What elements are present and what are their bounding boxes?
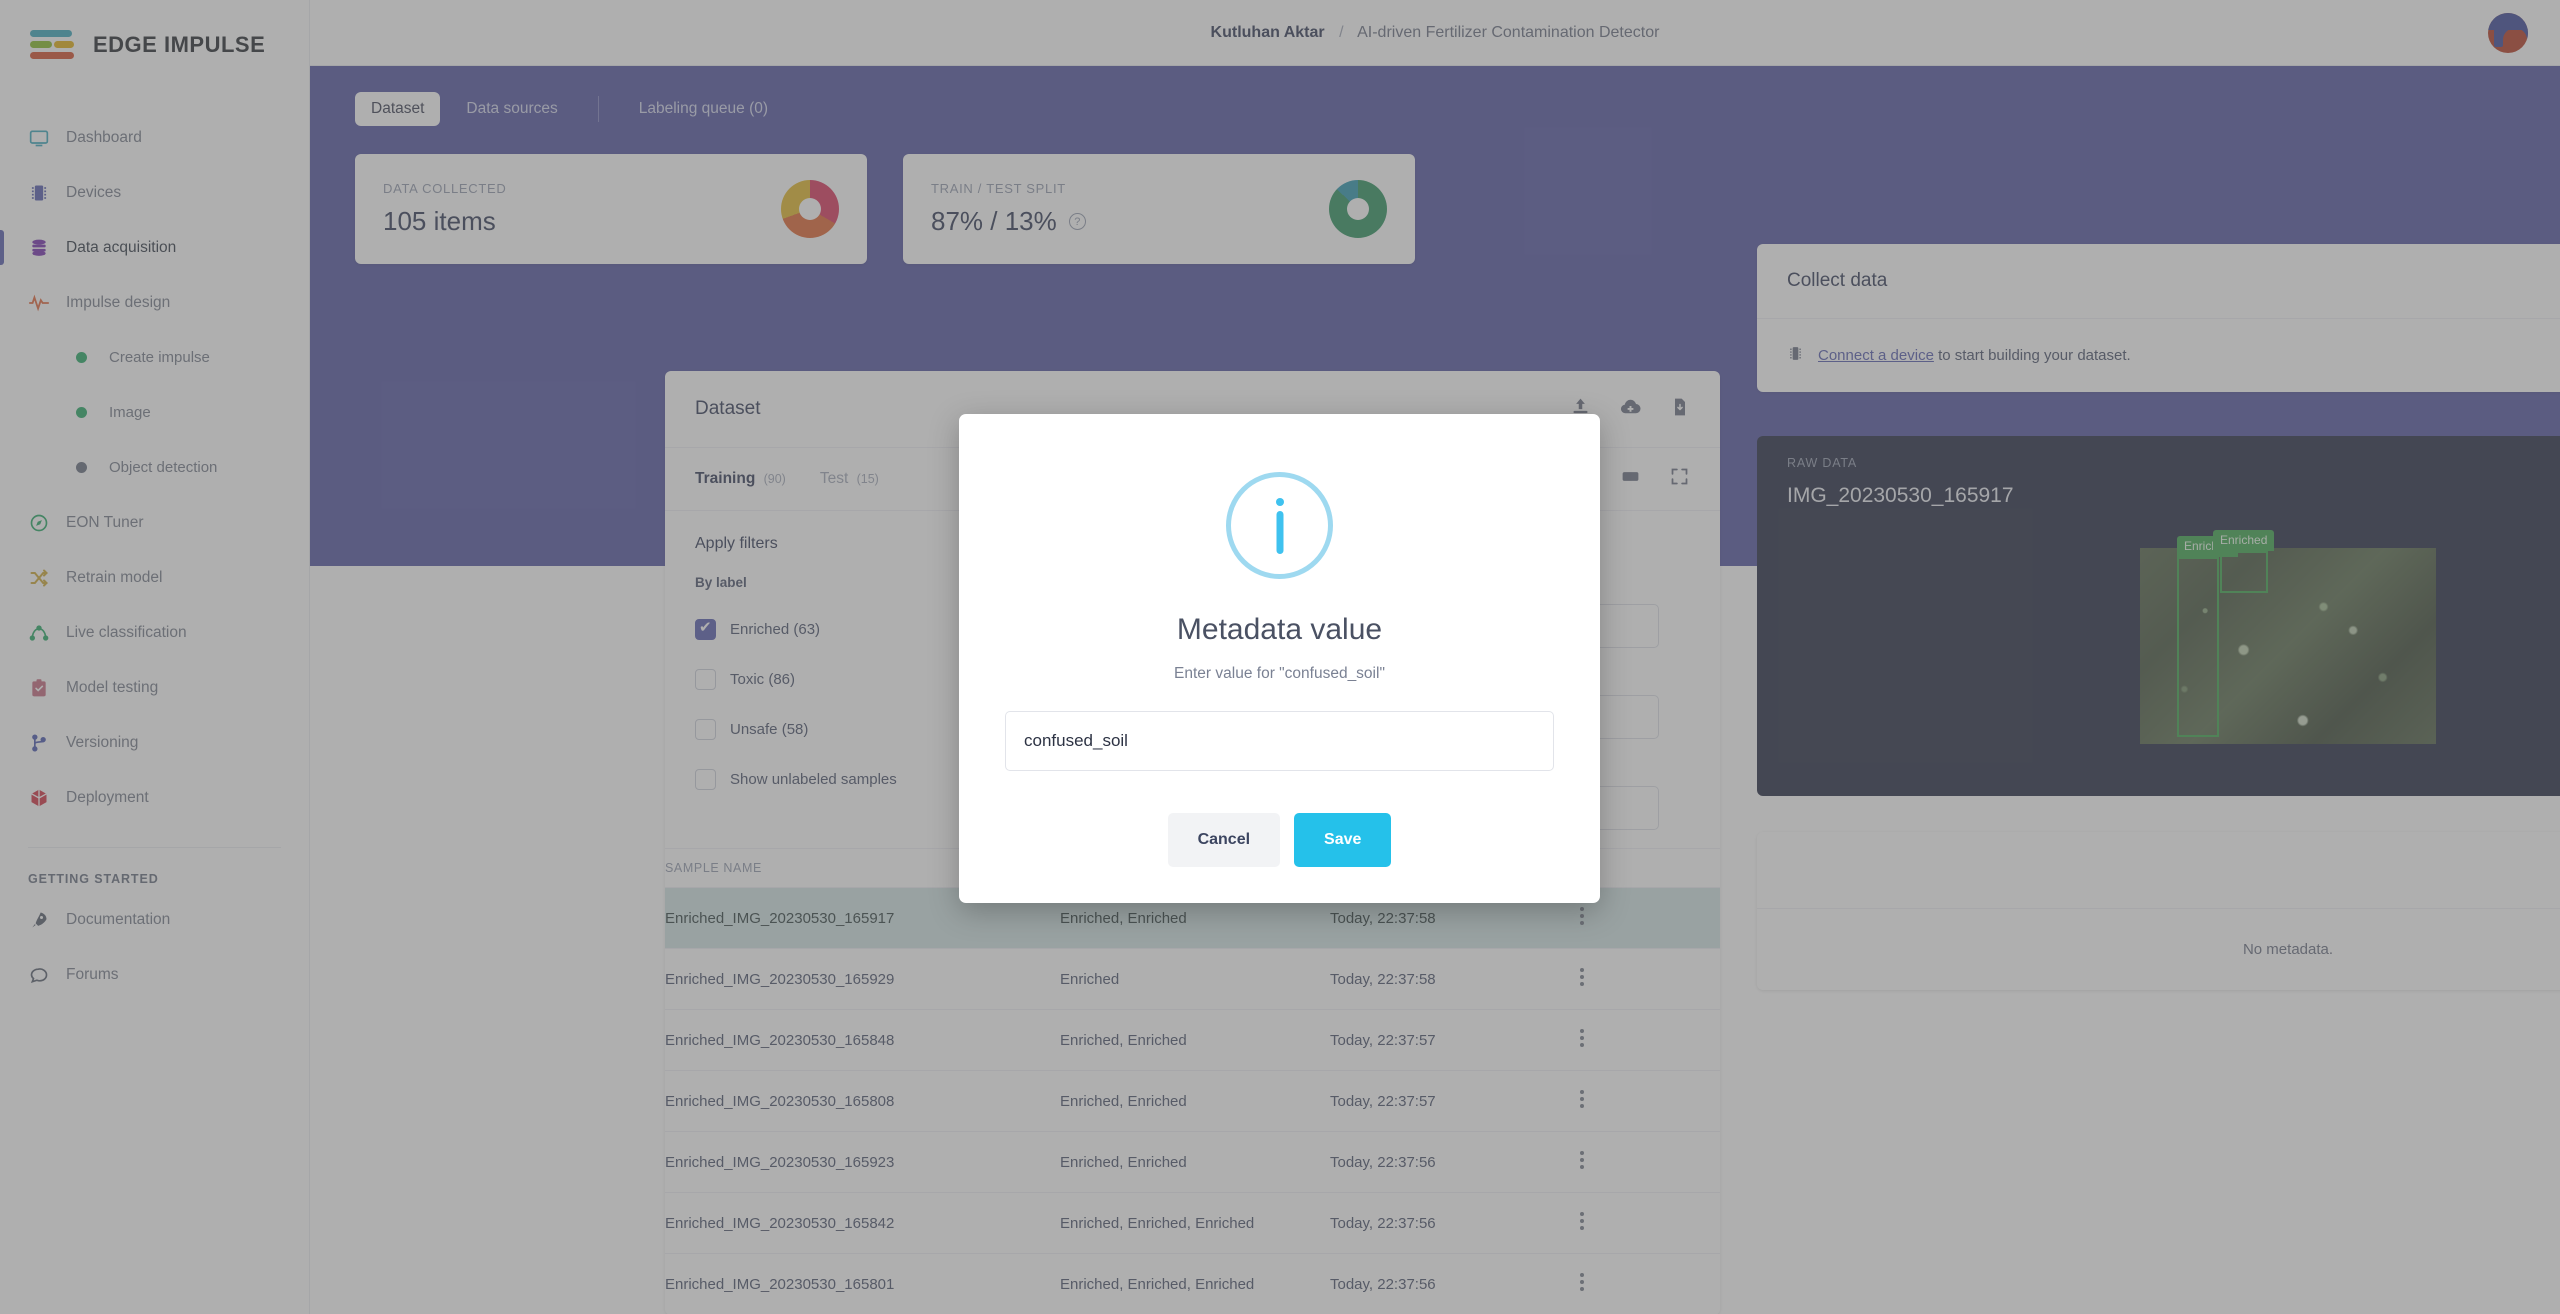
info-icon [1226, 472, 1333, 579]
dialog-title: Metadata value [1005, 613, 1554, 647]
cancel-button[interactable]: Cancel [1168, 813, 1280, 867]
metadata-value-input[interactable] [1005, 711, 1554, 771]
metadata-value-dialog: Metadata value Enter value for "confused… [959, 414, 1600, 903]
save-button[interactable]: Save [1294, 813, 1391, 867]
dialog-subtitle: Enter value for "confused_soil" [1005, 665, 1554, 683]
